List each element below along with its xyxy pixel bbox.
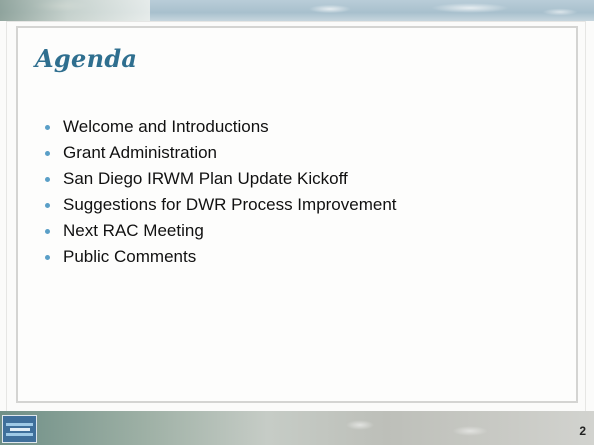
regional-logo-icon <box>2 415 37 443</box>
top-water-banner <box>0 0 594 21</box>
page-number: 2 <box>579 424 586 438</box>
bottom-water-banner <box>0 411 594 445</box>
logo-stripe <box>9 427 30 431</box>
list-item-text: San Diego IRWM Plan Update Kickoff <box>63 169 348 188</box>
list-item: Grant Administration <box>43 140 397 166</box>
logo-stripe <box>6 422 33 426</box>
list-item-text: Next RAC Meeting <box>63 221 204 240</box>
list-item: Welcome and Introductions <box>43 114 397 140</box>
bullet-dot-icon <box>45 151 50 156</box>
bullet-dot-icon <box>45 203 50 208</box>
slide-title: Agenda <box>35 44 138 73</box>
logo-stripe <box>6 432 33 436</box>
list-item: Public Comments <box>43 244 397 270</box>
bullet-dot-icon <box>45 229 50 234</box>
bullet-dot-icon <box>45 255 50 260</box>
agenda-list: Welcome and Introductions Grant Administ… <box>43 114 397 270</box>
list-item: Next RAC Meeting <box>43 218 397 244</box>
banner-water-drop-image <box>0 0 150 21</box>
list-item-text: Grant Administration <box>63 143 218 162</box>
slide: Agenda Welcome and Introductions Grant A… <box>0 0 594 445</box>
list-item: San Diego IRWM Plan Update Kickoff <box>43 166 397 192</box>
list-item-text: Public Comments <box>63 247 197 266</box>
bullet-dot-icon <box>45 177 50 182</box>
list-item: Suggestions for DWR Process Improvement <box>43 192 397 218</box>
bullet-dot-icon <box>45 125 50 130</box>
list-item-text: Welcome and Introductions <box>63 117 269 136</box>
list-item-text: Suggestions for DWR Process Improvement <box>63 195 397 214</box>
